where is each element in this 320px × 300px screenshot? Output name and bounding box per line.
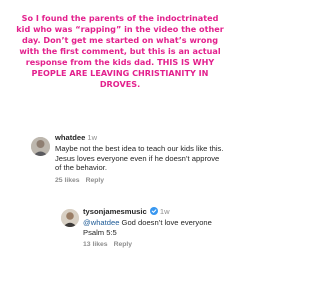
likes-count[interactable]: 13 likes	[83, 241, 108, 248]
verified-badge-icon	[149, 207, 158, 215]
comment-meta: 13 likes Reply	[83, 240, 228, 249]
comment-text: Maybe not the best idea to teach our kid…	[55, 144, 224, 173]
likes-count[interactable]: 25 likes	[55, 177, 80, 184]
avatar[interactable]	[61, 209, 79, 227]
comment-header: tysonjamesmusic 1w	[83, 207, 228, 217]
post-caption: So I found the parents of the indoctrina…	[16, 13, 224, 90]
comment-meta: 25 likes Reply	[55, 176, 225, 185]
comment-username[interactable]: whatdee	[55, 133, 85, 142]
comment-text: @whatdee God doesn’t love everyone Psalm…	[83, 218, 228, 237]
reply-button[interactable]: Reply	[114, 241, 133, 248]
comment-username[interactable]: tysonjamesmusic	[83, 207, 147, 216]
reply-button[interactable]: Reply	[86, 177, 105, 184]
comment-timestamp: 1w	[87, 133, 98, 142]
avatar-image	[61, 209, 79, 227]
avatar-image	[31, 137, 50, 156]
mention-link[interactable]: @whatdee	[83, 218, 119, 227]
comment-timestamp: 1w	[159, 207, 170, 216]
avatar[interactable]	[31, 137, 50, 156]
comment-header: whatdee 1w	[55, 133, 225, 143]
